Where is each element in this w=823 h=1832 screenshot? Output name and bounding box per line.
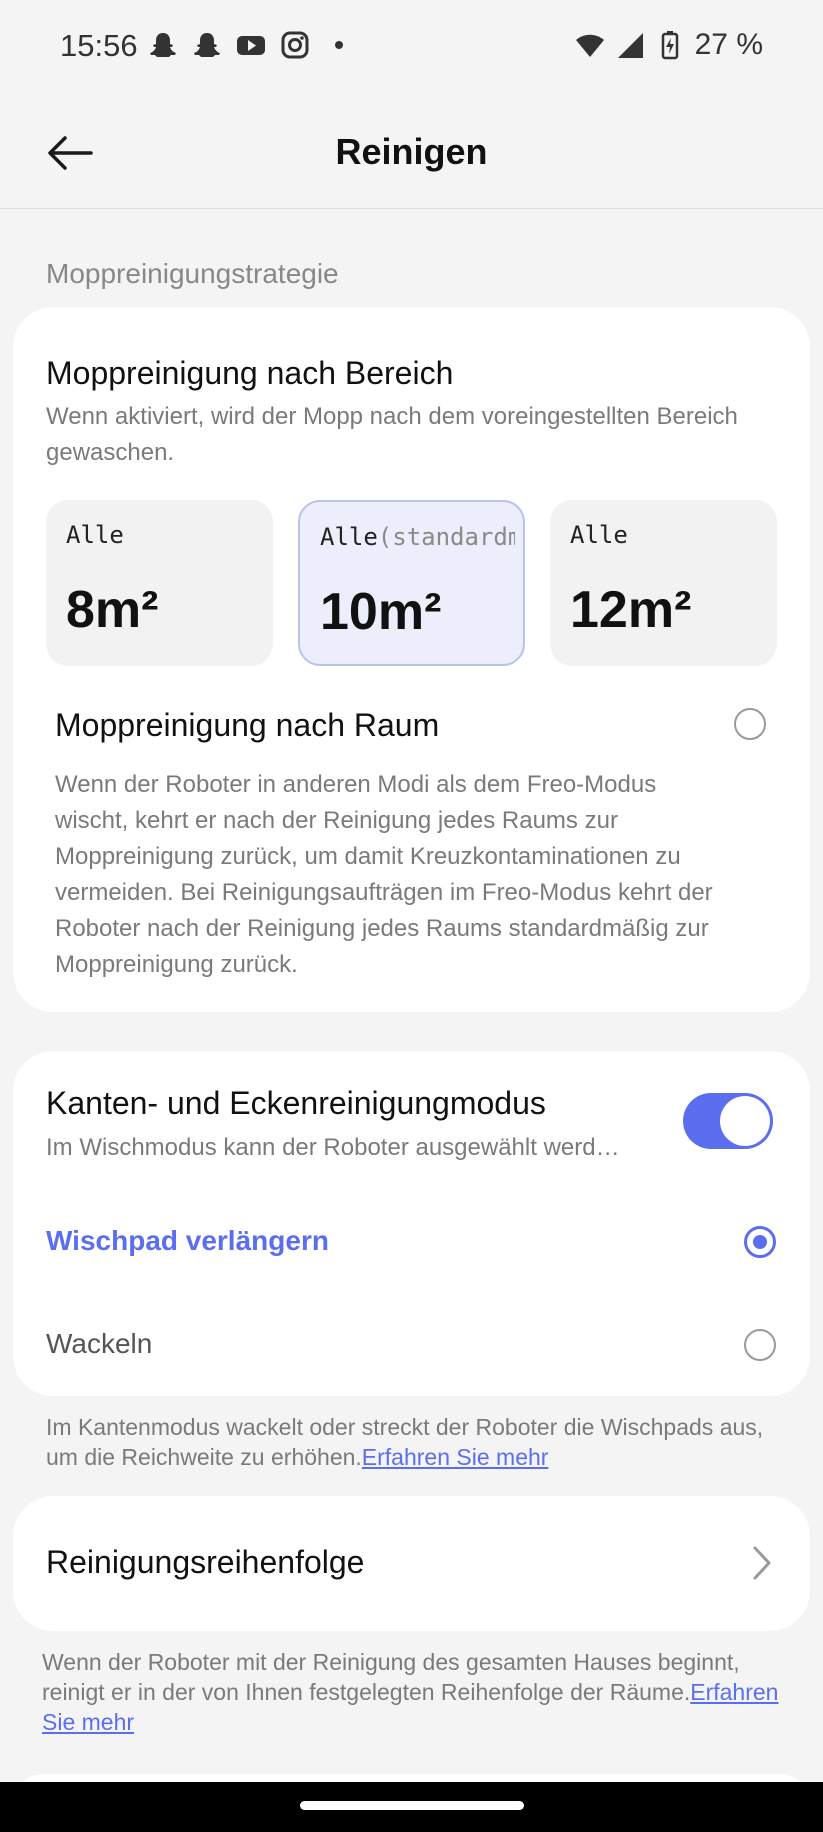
page-title: Reinigen xyxy=(335,131,488,172)
option-wiggle[interactable]: Wackeln xyxy=(46,1328,152,1360)
toggle-knob xyxy=(720,1096,770,1146)
cleaning-order-row[interactable]: Reinigungsreihenfolge xyxy=(13,1496,810,1631)
edge-mode-title: Kanten- und Eckenreinigungmodus xyxy=(46,1085,546,1121)
mop-by-room-title: Moppreinigung nach Raum xyxy=(55,707,440,743)
area-tile-12[interactable]: Alle 12m² xyxy=(550,500,777,666)
edge-mode-card: Kanten- und Eckenreinigungmodus Im Wisch… xyxy=(13,1051,810,1396)
tile-value: 8m² xyxy=(66,581,159,639)
home-indicator[interactable] xyxy=(300,1801,524,1810)
snapchat-icon xyxy=(194,33,220,57)
edge-mode-note: Im Kantenmodus wackelt oder streckt der … xyxy=(46,1414,764,1470)
wiggle-radio[interactable] xyxy=(744,1329,776,1361)
section-label: Moppreinigungstrategie xyxy=(46,258,339,289)
edge-mode-description: Im Wischmodus kann der Roboter ausgewähl… xyxy=(46,1134,620,1161)
status-bar: 15:56 27 % xyxy=(0,0,823,95)
signal-icon xyxy=(617,33,643,58)
tile-label: Alle xyxy=(66,521,124,549)
tile-sub: (standardmäßig) xyxy=(377,523,515,551)
area-tile-10[interactable]: Alle(standardmäßig) 10m² xyxy=(298,500,525,666)
mop-by-room-radio[interactable] xyxy=(734,708,766,740)
app-bar: Reinigen xyxy=(0,95,823,209)
battery-percentage: 27 % xyxy=(694,28,763,61)
chevron-right-icon xyxy=(753,1546,771,1580)
tile-value: 10m² xyxy=(320,583,442,641)
mop-by-area-description: Wenn aktiviert, wird der Mopp nach dem v… xyxy=(46,403,738,466)
youtube-icon xyxy=(237,36,265,55)
tile-label: Alle xyxy=(320,523,378,551)
cleaning-order-note: Wenn der Roboter mit der Reinigung des g… xyxy=(42,1649,779,1735)
notification-icons xyxy=(148,30,354,60)
mop-by-room-description: Wenn der Roboter in anderen Modi als dem… xyxy=(55,771,713,978)
edge-mode-toggle[interactable] xyxy=(683,1093,773,1149)
extend-wipe-pad-radio[interactable] xyxy=(744,1226,776,1258)
instagram-icon xyxy=(281,31,309,59)
wifi-icon xyxy=(575,34,604,57)
tile-value: 12m² xyxy=(570,581,692,639)
tile-label: Alle xyxy=(570,521,628,549)
area-tile-8[interactable]: Alle 8m² xyxy=(46,500,273,666)
snapchat-icon xyxy=(150,33,176,57)
learn-more-link[interactable]: Erfahren Sie mehr xyxy=(362,1444,549,1470)
mop-strategy-card: Moppreinigung nach Bereich Wenn aktivier… xyxy=(13,307,810,1012)
option-extend-wipe-pad[interactable]: Wischpad verlängern xyxy=(46,1225,329,1257)
mop-by-area-title: Moppreinigung nach Bereich xyxy=(46,355,454,391)
cleaning-order-title: Reinigungsreihenfolge xyxy=(46,1544,365,1580)
status-time: 15:56 xyxy=(60,28,138,63)
battery-charging-icon xyxy=(661,31,678,60)
system-icons: 27 % xyxy=(575,28,763,62)
dot-icon xyxy=(335,41,343,49)
